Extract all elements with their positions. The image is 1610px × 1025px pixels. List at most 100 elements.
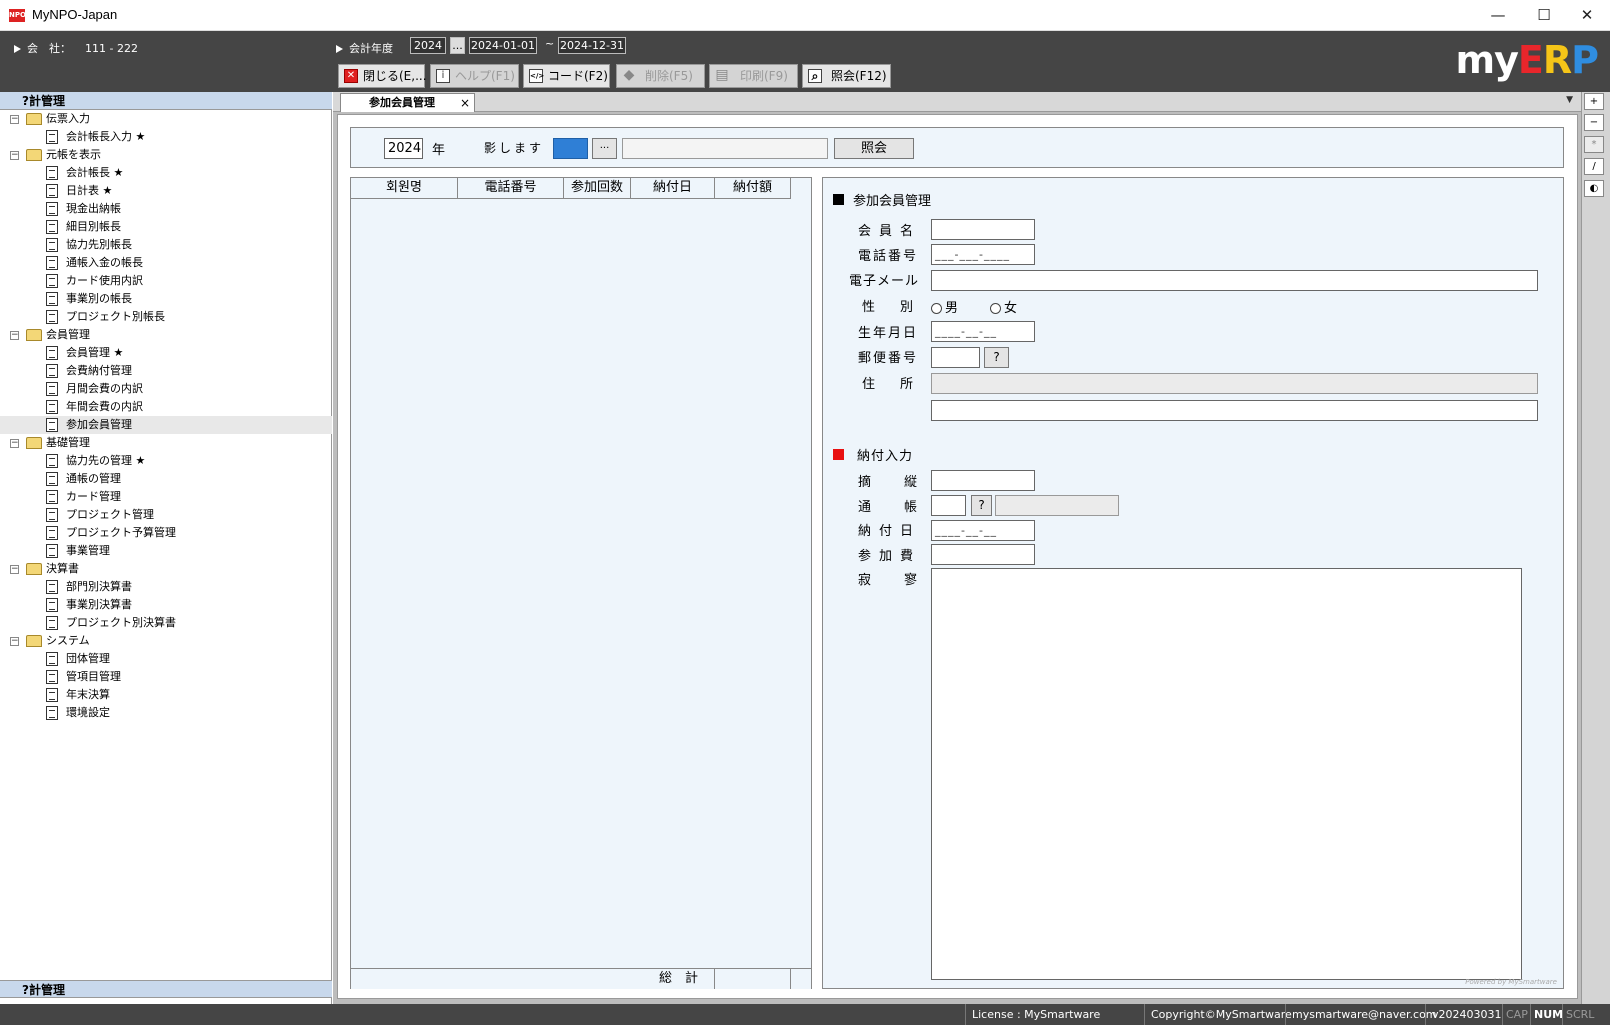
tree-item-label: 部門別決算書 — [66, 580, 132, 593]
female-radio[interactable] — [990, 303, 1001, 314]
tree-item[interactable]: 年間会費の内訳 — [0, 398, 332, 416]
fiscal-year-field[interactable]: 2024 — [410, 37, 446, 54]
print-button[interactable]: ▤ 印刷(F9) — [709, 64, 798, 88]
sidebar-footer[interactable]: ?計管理 — [0, 980, 332, 998]
year-input[interactable]: 2024 — [384, 138, 423, 159]
tree-item[interactable]: 事業管理 — [0, 542, 332, 560]
column-header-member-name[interactable]: 회원명 — [351, 178, 458, 198]
memo-textarea[interactable] — [931, 568, 1522, 980]
myerp-logo: myERP — [1455, 38, 1599, 82]
collapse-toggle-icon[interactable]: − — [10, 565, 19, 574]
tree-group[interactable]: − 伝票入力 — [0, 110, 332, 128]
date-from-field[interactable]: 2024-01-01 — [469, 37, 537, 54]
tree-group[interactable]: − 基礎管理 — [0, 434, 332, 452]
close-button[interactable]: ✕ 閉じる(E,... — [338, 64, 427, 88]
tab-list-dropdown-icon[interactable]: ▼ — [1566, 95, 1573, 105]
caps-lock-indicator: CAP — [1502, 1004, 1531, 1025]
birthdate-input[interactable]: ____-__-__ — [931, 321, 1035, 342]
fee-input[interactable] — [931, 544, 1035, 565]
email-label: 電子メール — [849, 274, 920, 289]
tree-group[interactable]: − 元帳を表示 — [0, 146, 332, 164]
date-range-separator: ~ — [545, 37, 555, 50]
summary-input[interactable] — [931, 470, 1035, 491]
tree-item[interactable]: 部門別決算書 — [0, 578, 332, 596]
print-button-label: 印刷(F9) — [740, 69, 788, 83]
tree-item[interactable]: プロジェクト別帳長 — [0, 308, 332, 326]
maximize-button[interactable]: ☐ — [1521, 0, 1567, 31]
help-button[interactable]: i ヘルプ(F1) — [430, 64, 519, 88]
tree-item[interactable]: 会員管理 ★ — [0, 344, 332, 362]
tree-item[interactable]: 管項目管理 — [0, 668, 332, 686]
inquiry-search-button[interactable]: 照会 — [834, 138, 914, 159]
document-icon — [46, 616, 58, 630]
tree-item[interactable]: 細目別帳長 — [0, 218, 332, 236]
tree-item[interactable]: 事業別決算書 — [0, 596, 332, 614]
address-line1-input[interactable] — [931, 373, 1538, 394]
zoom-out-button[interactable]: − — [1584, 114, 1604, 131]
year-label: 年 — [432, 143, 446, 158]
contrast-icon[interactable]: ◐ — [1584, 180, 1604, 197]
collapse-toggle-icon[interactable]: − — [10, 331, 19, 340]
tree-item[interactable]: カード使用内訳 — [0, 272, 332, 290]
tree-group[interactable]: − システム — [0, 632, 332, 650]
tree-item[interactable]: 協力先の管理 ★ — [0, 452, 332, 470]
divide-button[interactable]: / — [1584, 158, 1604, 175]
minimize-button[interactable]: — — [1475, 0, 1521, 31]
collapse-toggle-icon[interactable]: − — [10, 115, 19, 124]
tree-item[interactable]: 年末決算 — [0, 686, 332, 704]
color-field[interactable] — [553, 138, 588, 159]
filter-text-field[interactable] — [622, 138, 828, 159]
tree-item[interactable]: 通帳の管理 — [0, 470, 332, 488]
male-radio[interactable] — [931, 303, 942, 314]
tree-item[interactable]: 団体管理 — [0, 650, 332, 668]
email-input[interactable] — [931, 270, 1538, 291]
tree-item[interactable]: カード管理 — [0, 488, 332, 506]
zip-search-button[interactable]: ? — [984, 347, 1009, 368]
tree-item[interactable]: 日計表 ★ — [0, 182, 332, 200]
tree-group[interactable]: − 会員管理 — [0, 326, 332, 344]
column-header-payment-date[interactable]: 納付日 — [631, 178, 715, 198]
tree-item[interactable]: 環境設定 — [0, 704, 332, 722]
column-header-phone[interactable]: 電話番号 — [458, 178, 564, 198]
zip-input[interactable] — [931, 347, 980, 368]
collapse-toggle-icon[interactable]: − — [10, 151, 19, 160]
date-to-field[interactable]: 2024-12-31 — [558, 37, 626, 54]
collapse-toggle-icon[interactable]: − — [10, 637, 19, 646]
account-code-input[interactable] — [931, 495, 966, 516]
collapse-toggle-icon[interactable]: − — [10, 439, 19, 448]
gender-female-option[interactable]: 女 — [990, 297, 1017, 316]
gender-male-option[interactable]: 男 — [931, 297, 958, 316]
tree-item[interactable]: 現金出納帳 — [0, 200, 332, 218]
phone-input[interactable]: ___-___-____ — [931, 244, 1035, 265]
tree-item[interactable]: 会費納付管理 — [0, 362, 332, 380]
tree-item[interactable]: プロジェクト別決算書 — [0, 614, 332, 632]
tree-item[interactable]: 事業別の帳長 — [0, 290, 332, 308]
tree-item[interactable]: プロジェクト管理 — [0, 506, 332, 524]
close-window-button[interactable]: ✕ — [1564, 0, 1610, 31]
tree-item[interactable]: 月間会費の内訳 — [0, 380, 332, 398]
address-line2-input[interactable] — [931, 400, 1538, 421]
tree-group[interactable]: − 決算書 — [0, 560, 332, 578]
account-search-button[interactable]: ? — [971, 495, 992, 516]
column-header-payment-amount[interactable]: 納付額 — [715, 178, 791, 198]
tree-item[interactable]: 協力先別帳長 — [0, 236, 332, 254]
tree-item-label: 日計表 ★ — [66, 184, 113, 197]
zoom-in-button[interactable]: + — [1584, 93, 1604, 110]
column-header-attendance[interactable]: 参加回数 — [564, 178, 631, 198]
tree-item[interactable]: プロジェクト予算管理 — [0, 524, 332, 542]
code-button[interactable]: </> コード(F2) — [523, 64, 610, 88]
tree-item[interactable]: 会計帳長入力 ★ — [0, 128, 332, 146]
delete-button[interactable]: ◆ 削除(F5) — [616, 64, 705, 88]
inquiry-button[interactable]: ⌕ 照会(F12) — [802, 64, 891, 88]
folder-icon — [26, 563, 42, 575]
fiscal-year-picker-button[interactable]: ... — [450, 37, 465, 54]
tab-participant-management[interactable]: 参加会員管理 × — [340, 93, 475, 112]
member-name-input[interactable] — [931, 219, 1035, 240]
filter-picker-button[interactable]: ··· — [592, 138, 617, 159]
tree-item[interactable]: 通帳入金の帳長 — [0, 254, 332, 272]
tree-item[interactable]: 会計帳長 ★ — [0, 164, 332, 182]
multiply-button[interactable]: * — [1584, 136, 1604, 153]
payment-date-input[interactable]: ____-__-__ — [931, 520, 1035, 541]
tab-close-icon[interactable]: × — [460, 94, 470, 112]
tree-item[interactable]: 参加会員管理 — [0, 416, 332, 434]
